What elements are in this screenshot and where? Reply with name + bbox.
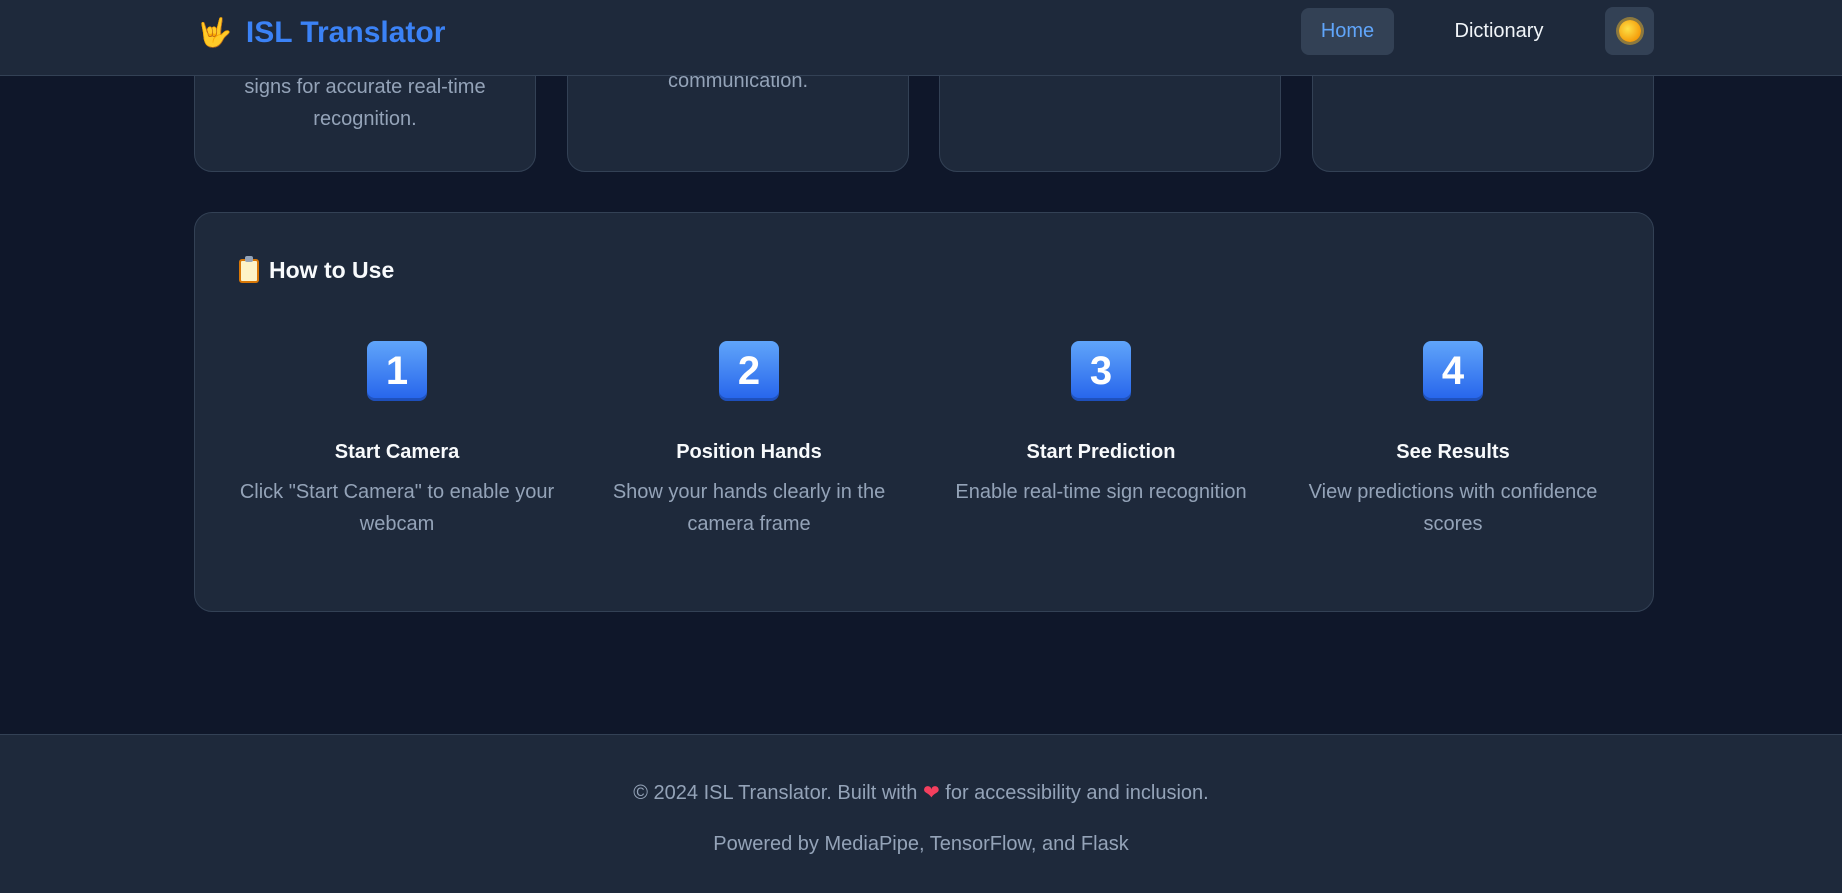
step-description-line: Click "Start Camera" to enable your xyxy=(239,481,555,503)
footer-copyright: © 2024 ISL Translator. Built with ❤ for … xyxy=(0,780,1842,805)
number-1-icon: 1 xyxy=(367,341,427,401)
brand-name: ISL Translator xyxy=(245,16,446,49)
navbar: 🤟 ISL Translator Home Dictionary xyxy=(0,0,1842,76)
footer-text: for accessibility and inclusion. xyxy=(945,782,1209,804)
nav-dictionary-link[interactable]: Dictionary xyxy=(1439,8,1559,55)
hand-sign-icon: 🤟 xyxy=(197,17,232,48)
step-title: Position Hands xyxy=(676,441,822,463)
footer-powered-by: Powered by MediaPipe, TensorFlow, and Fl… xyxy=(713,833,1129,855)
number-4-icon: 4 xyxy=(1423,341,1483,401)
step-description-line: scores xyxy=(1423,513,1483,535)
step-description: Show your hands clearly in the camera fr… xyxy=(573,476,925,540)
step-description-line: camera frame xyxy=(687,513,811,535)
feature-card-text: recognition. xyxy=(313,108,417,130)
heart-icon: ❤ xyxy=(922,782,940,804)
step-description-line: View predictions with confidence xyxy=(1308,481,1598,503)
step-4: 4 See Results View predictions with conf… xyxy=(1277,341,1629,540)
step-1: 1 Start Camera Click "Start Camera" to e… xyxy=(221,341,573,540)
how-to-use-section: How to Use 1 Start Camera Click "Start C… xyxy=(194,212,1654,612)
clipboard-icon xyxy=(239,255,259,283)
step-title: See Results xyxy=(1396,441,1510,463)
footer: © 2024 ISL Translator. Built with ❤ for … xyxy=(0,734,1842,893)
step-description: Click "Start Camera" to enable your webc… xyxy=(221,476,573,540)
step-3: 3 Start Prediction Enable real-time sign… xyxy=(925,341,1277,508)
number-2-icon: 2 xyxy=(719,341,779,401)
theme-toggle-button[interactable] xyxy=(1605,7,1654,55)
step-2: 2 Position Hands Show your hands clearly… xyxy=(573,341,925,540)
brand[interactable]: 🤟 ISL Translator xyxy=(197,14,445,52)
step-description: Enable real-time sign recognition xyxy=(925,476,1277,508)
step-title: Start Prediction xyxy=(1026,441,1176,463)
step-description: View predictions with confidence scores xyxy=(1277,476,1629,540)
step-description-line: Enable real-time sign recognition xyxy=(955,481,1247,503)
section-title: How to Use xyxy=(239,255,395,284)
step-title: Start Camera xyxy=(334,441,460,463)
footer-text: © 2024 ISL Translator. Built with xyxy=(633,782,918,804)
number-3-icon: 3 xyxy=(1071,341,1131,401)
step-description-line: Show your hands clearly in the xyxy=(612,481,886,503)
sun-icon xyxy=(1618,20,1641,42)
step-description-line: webcam xyxy=(359,513,435,535)
nav-home-link[interactable]: Home xyxy=(1301,8,1394,55)
section-title-text: How to Use xyxy=(269,257,395,283)
